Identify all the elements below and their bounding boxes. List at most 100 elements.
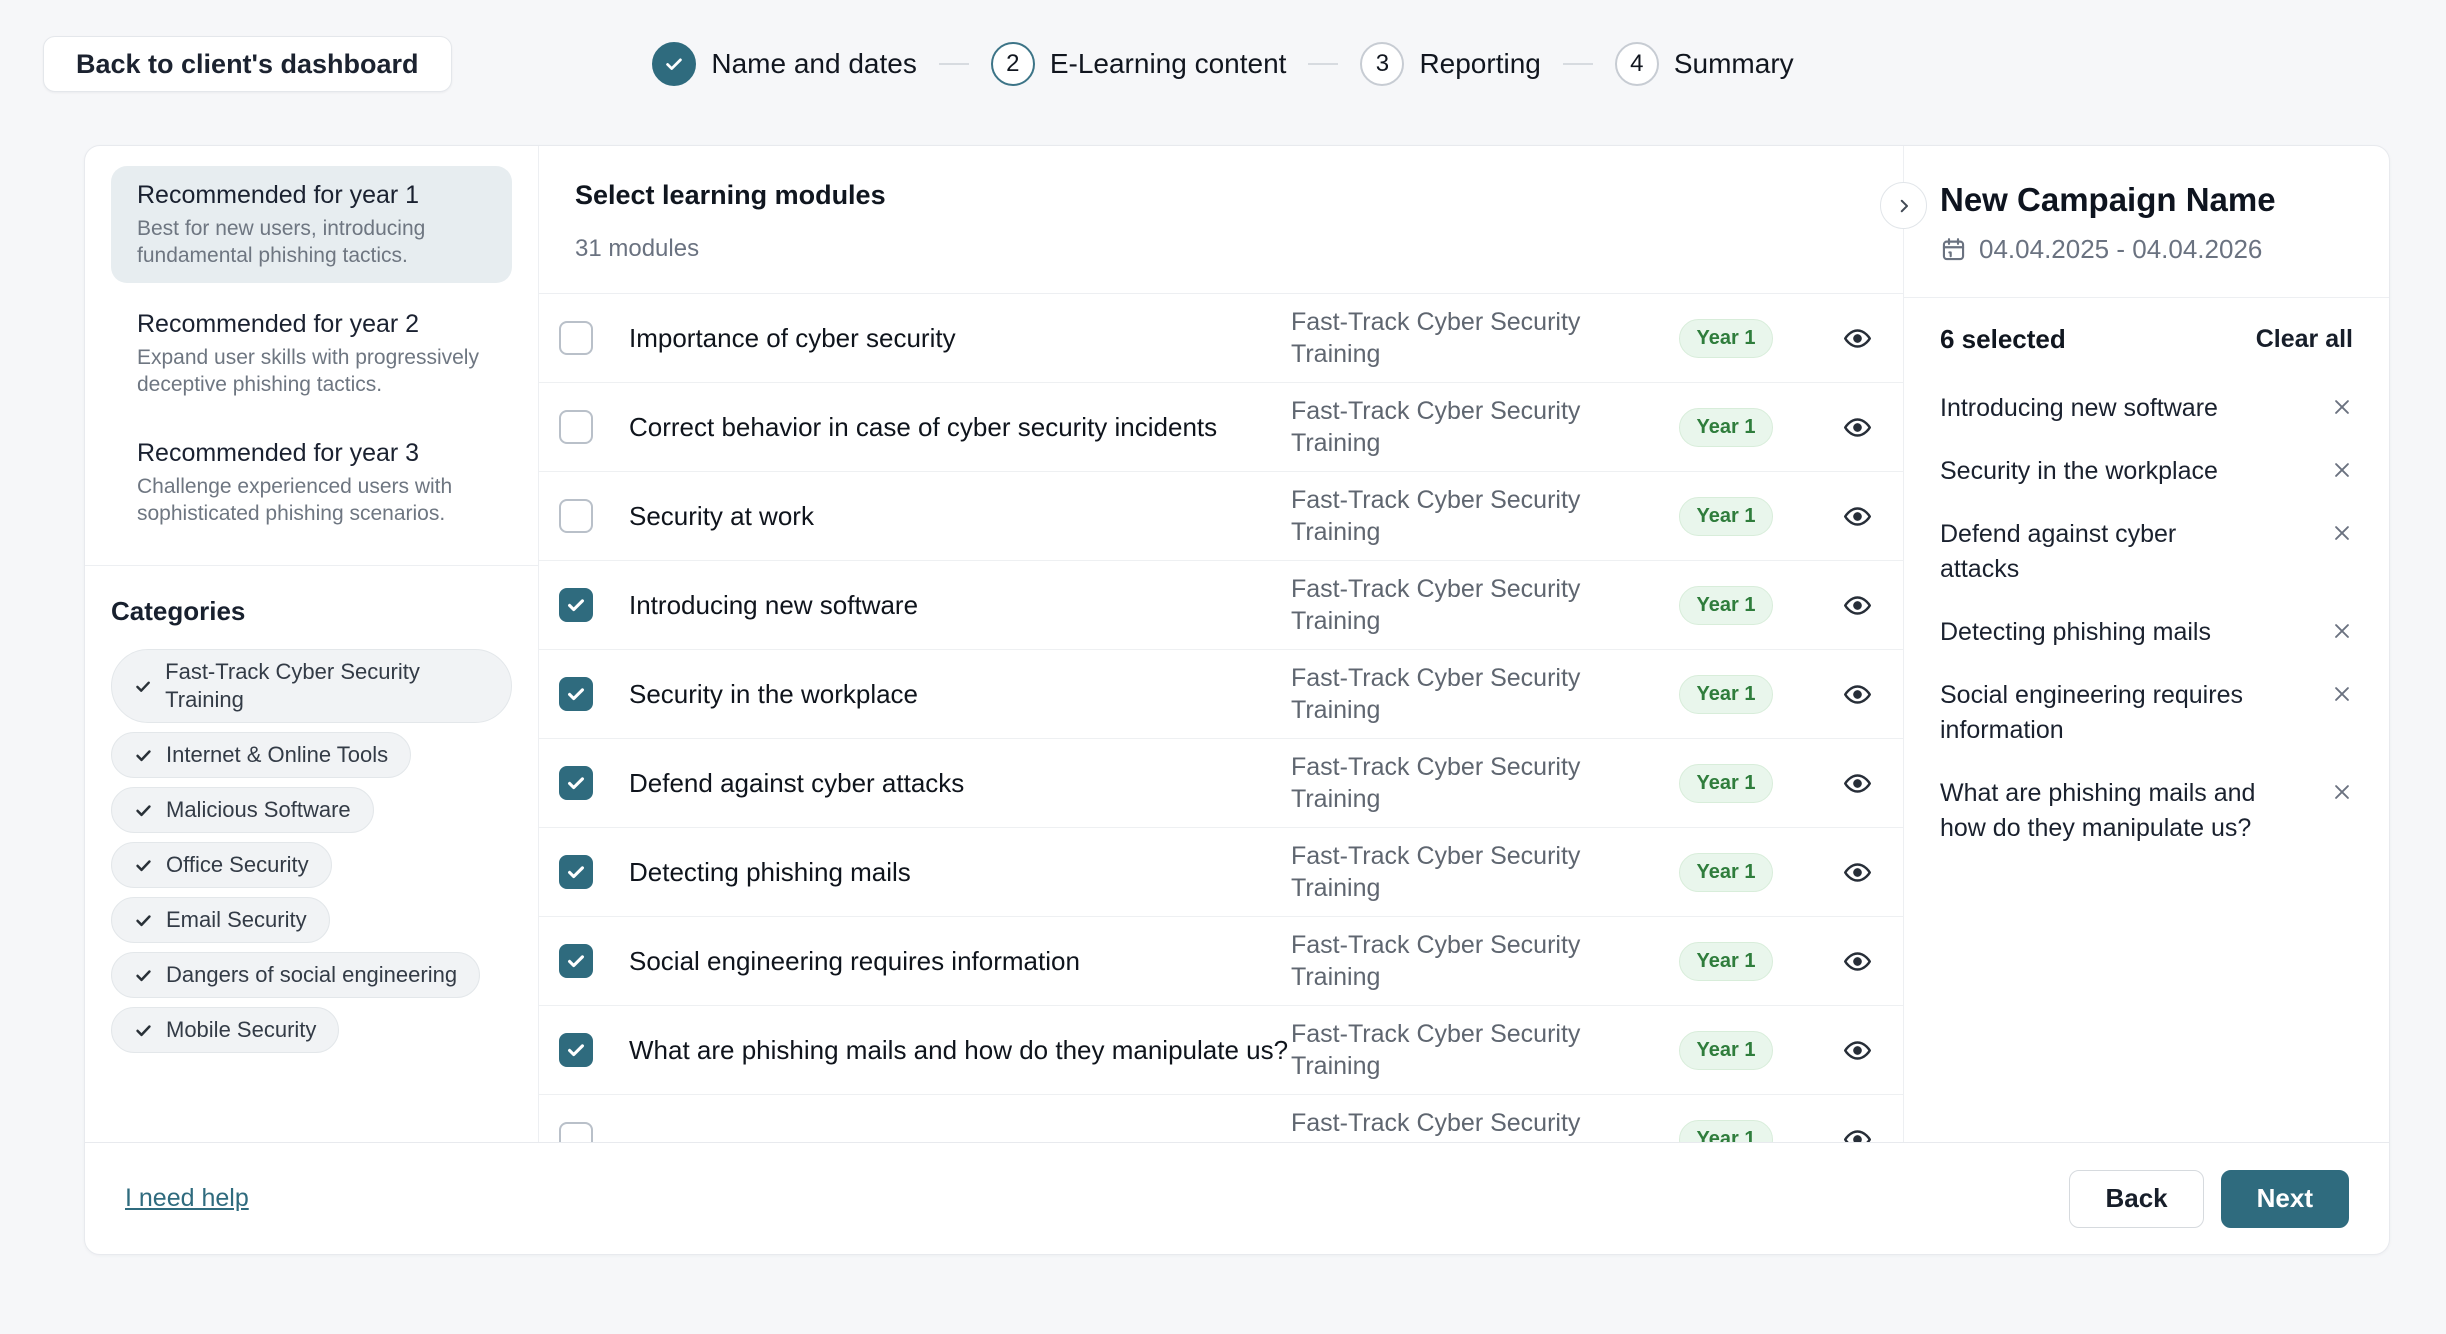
module-category: Fast-Track Cyber Security Training (1291, 306, 1601, 370)
category-chip-label: Mobile Security (166, 1016, 316, 1044)
eye-icon (1842, 1035, 1873, 1066)
card-footer: I need help Back Next (85, 1142, 2389, 1254)
category-chip[interactable]: Mobile Security (111, 1007, 339, 1053)
eye-icon (1842, 501, 1873, 532)
step-circle: 3 (1360, 42, 1404, 86)
chip-check-icon (134, 1021, 153, 1040)
module-checkbox[interactable] (559, 410, 593, 444)
remove-item-button[interactable] (2331, 620, 2353, 642)
module-checkbox[interactable] (559, 1122, 593, 1142)
category-chip[interactable]: Email Security (111, 897, 330, 943)
module-title: Correct behavior in case of cyber securi… (629, 411, 1291, 444)
modules-header: Select learning modules 31 modules (539, 146, 1903, 294)
module-checkbox[interactable] (559, 855, 593, 889)
year-badge: Year 1 (1679, 942, 1774, 981)
remove-item-button[interactable] (2331, 459, 2353, 481)
close-icon (2331, 459, 2353, 481)
recommendation-item[interactable]: Recommended for year 1 Best for new user… (111, 166, 512, 283)
selected-item: Security in the workplace (1940, 440, 2353, 503)
checkbox-check-icon (565, 1039, 587, 1061)
recommendation-item[interactable]: Recommended for year 3 Challenge experie… (111, 424, 512, 541)
preview-module-button[interactable] (1842, 857, 1873, 888)
selected-item: Defend against cyber attacks (1940, 503, 2353, 601)
badge-wrap: Year 1 (1641, 408, 1811, 447)
year-badge: Year 1 (1679, 1120, 1774, 1143)
preview-module-button[interactable] (1842, 679, 1873, 710)
category-chip-label: Fast-Track Cyber Security Training (165, 658, 489, 714)
module-checkbox[interactable] (559, 321, 593, 355)
module-title: Detecting phishing mails (629, 856, 1291, 889)
category-chip[interactable]: Fast-Track Cyber Security Training (111, 649, 512, 723)
chip-check-icon (134, 746, 153, 765)
preview-module-button[interactable] (1842, 590, 1873, 621)
wizard-step[interactable]: 2 E-Learning content (917, 42, 1287, 86)
remove-item-button[interactable] (2331, 522, 2353, 544)
remove-item-button[interactable] (2331, 781, 2353, 803)
year-badge: Year 1 (1679, 764, 1774, 803)
preview-module-button[interactable] (1842, 1035, 1873, 1066)
module-checkbox[interactable] (559, 588, 593, 622)
help-link[interactable]: I need help (125, 1184, 249, 1213)
category-chip[interactable]: Dangers of social engineering (111, 952, 480, 998)
selected-item-label: Detecting phishing mails (1940, 615, 2260, 650)
preview-module-button[interactable] (1842, 323, 1873, 354)
category-chip[interactable]: Malicious Software (111, 787, 374, 833)
preview-module-button[interactable] (1842, 946, 1873, 977)
recommendation-description: Best for new users, introducing fundamen… (137, 215, 486, 269)
category-chip[interactable]: Internet & Online Tools (111, 732, 411, 778)
chevron-right-icon (1895, 197, 1913, 215)
module-row: Security at work Fast-Track Cyber Securi… (539, 472, 1903, 561)
module-row: Detecting phishing mails Fast-Track Cybe… (539, 828, 1903, 917)
step-circle: 1 (652, 42, 696, 86)
module-checkbox[interactable] (559, 1033, 593, 1067)
remove-item-button[interactable] (2331, 683, 2353, 705)
step-check-icon (663, 53, 685, 75)
checkbox-check-icon (565, 683, 587, 705)
preview-module-button[interactable] (1842, 412, 1873, 443)
close-icon (2331, 620, 2353, 642)
close-icon (2331, 781, 2353, 803)
wizard-step[interactable]: 3 Reporting (1286, 42, 1540, 86)
wizard-stepper: 1 Name and dates 2 E-Learning content 3 … (0, 36, 2446, 92)
selected-item-label: Social engineering requires information (1940, 678, 2260, 748)
recommendation-title: Recommended for year 3 (137, 438, 486, 468)
wizard-step[interactable]: 1 Name and dates (652, 42, 916, 86)
module-title: What are phishing mails and how do they … (629, 1034, 1291, 1067)
eye-icon (1842, 679, 1873, 710)
preview-module-button[interactable] (1842, 768, 1873, 799)
collapse-panel-button[interactable] (1880, 182, 1927, 229)
calendar-icon (1940, 236, 1967, 263)
modules-section: Select learning modules 31 modules Impor… (539, 146, 1904, 1142)
badge-wrap: Year 1 (1641, 1031, 1811, 1070)
step-label: E-Learning content (1050, 48, 1287, 80)
summary-panel: New Campaign Name 04.04.2025 - 04.04.202… (1904, 146, 2389, 1142)
category-chip[interactable]: Office Security (111, 842, 332, 888)
module-row: Fast-Track Cyber Security Training Year … (539, 1095, 1903, 1142)
preview-module-button[interactable] (1842, 1124, 1873, 1143)
module-checkbox[interactable] (559, 499, 593, 533)
categories-section: Categories Fast-Track Cyber Security Tra… (85, 566, 538, 1083)
recommendation-title: Recommended for year 2 (137, 309, 486, 339)
module-checkbox[interactable] (559, 677, 593, 711)
module-category: Fast-Track Cyber Security Training (1291, 929, 1601, 993)
wizard-step[interactable]: 4 Summary (1541, 42, 1794, 86)
module-row: Introducing new software Fast-Track Cybe… (539, 561, 1903, 650)
checkbox-check-icon (565, 594, 587, 616)
module-checkbox[interactable] (559, 766, 593, 800)
year-badge: Year 1 (1679, 675, 1774, 714)
preview-module-button[interactable] (1842, 501, 1873, 532)
chip-check-icon (134, 856, 153, 875)
eye-icon (1842, 1124, 1873, 1143)
badge-wrap: Year 1 (1641, 853, 1811, 892)
module-checkbox[interactable] (559, 944, 593, 978)
step-number: 2 (1006, 50, 1019, 78)
recommendation-item[interactable]: Recommended for year 2 Expand user skill… (111, 295, 512, 412)
module-category: Fast-Track Cyber Security Training (1291, 840, 1601, 904)
clear-all-button[interactable]: Clear all (2256, 325, 2353, 354)
module-title: Security at work (629, 500, 1291, 533)
remove-item-button[interactable] (2331, 396, 2353, 418)
modules-count: 31 modules (575, 235, 1873, 293)
back-button[interactable]: Back (2069, 1170, 2203, 1228)
modules-title: Select learning modules (575, 180, 1873, 211)
next-button[interactable]: Next (2221, 1170, 2349, 1228)
